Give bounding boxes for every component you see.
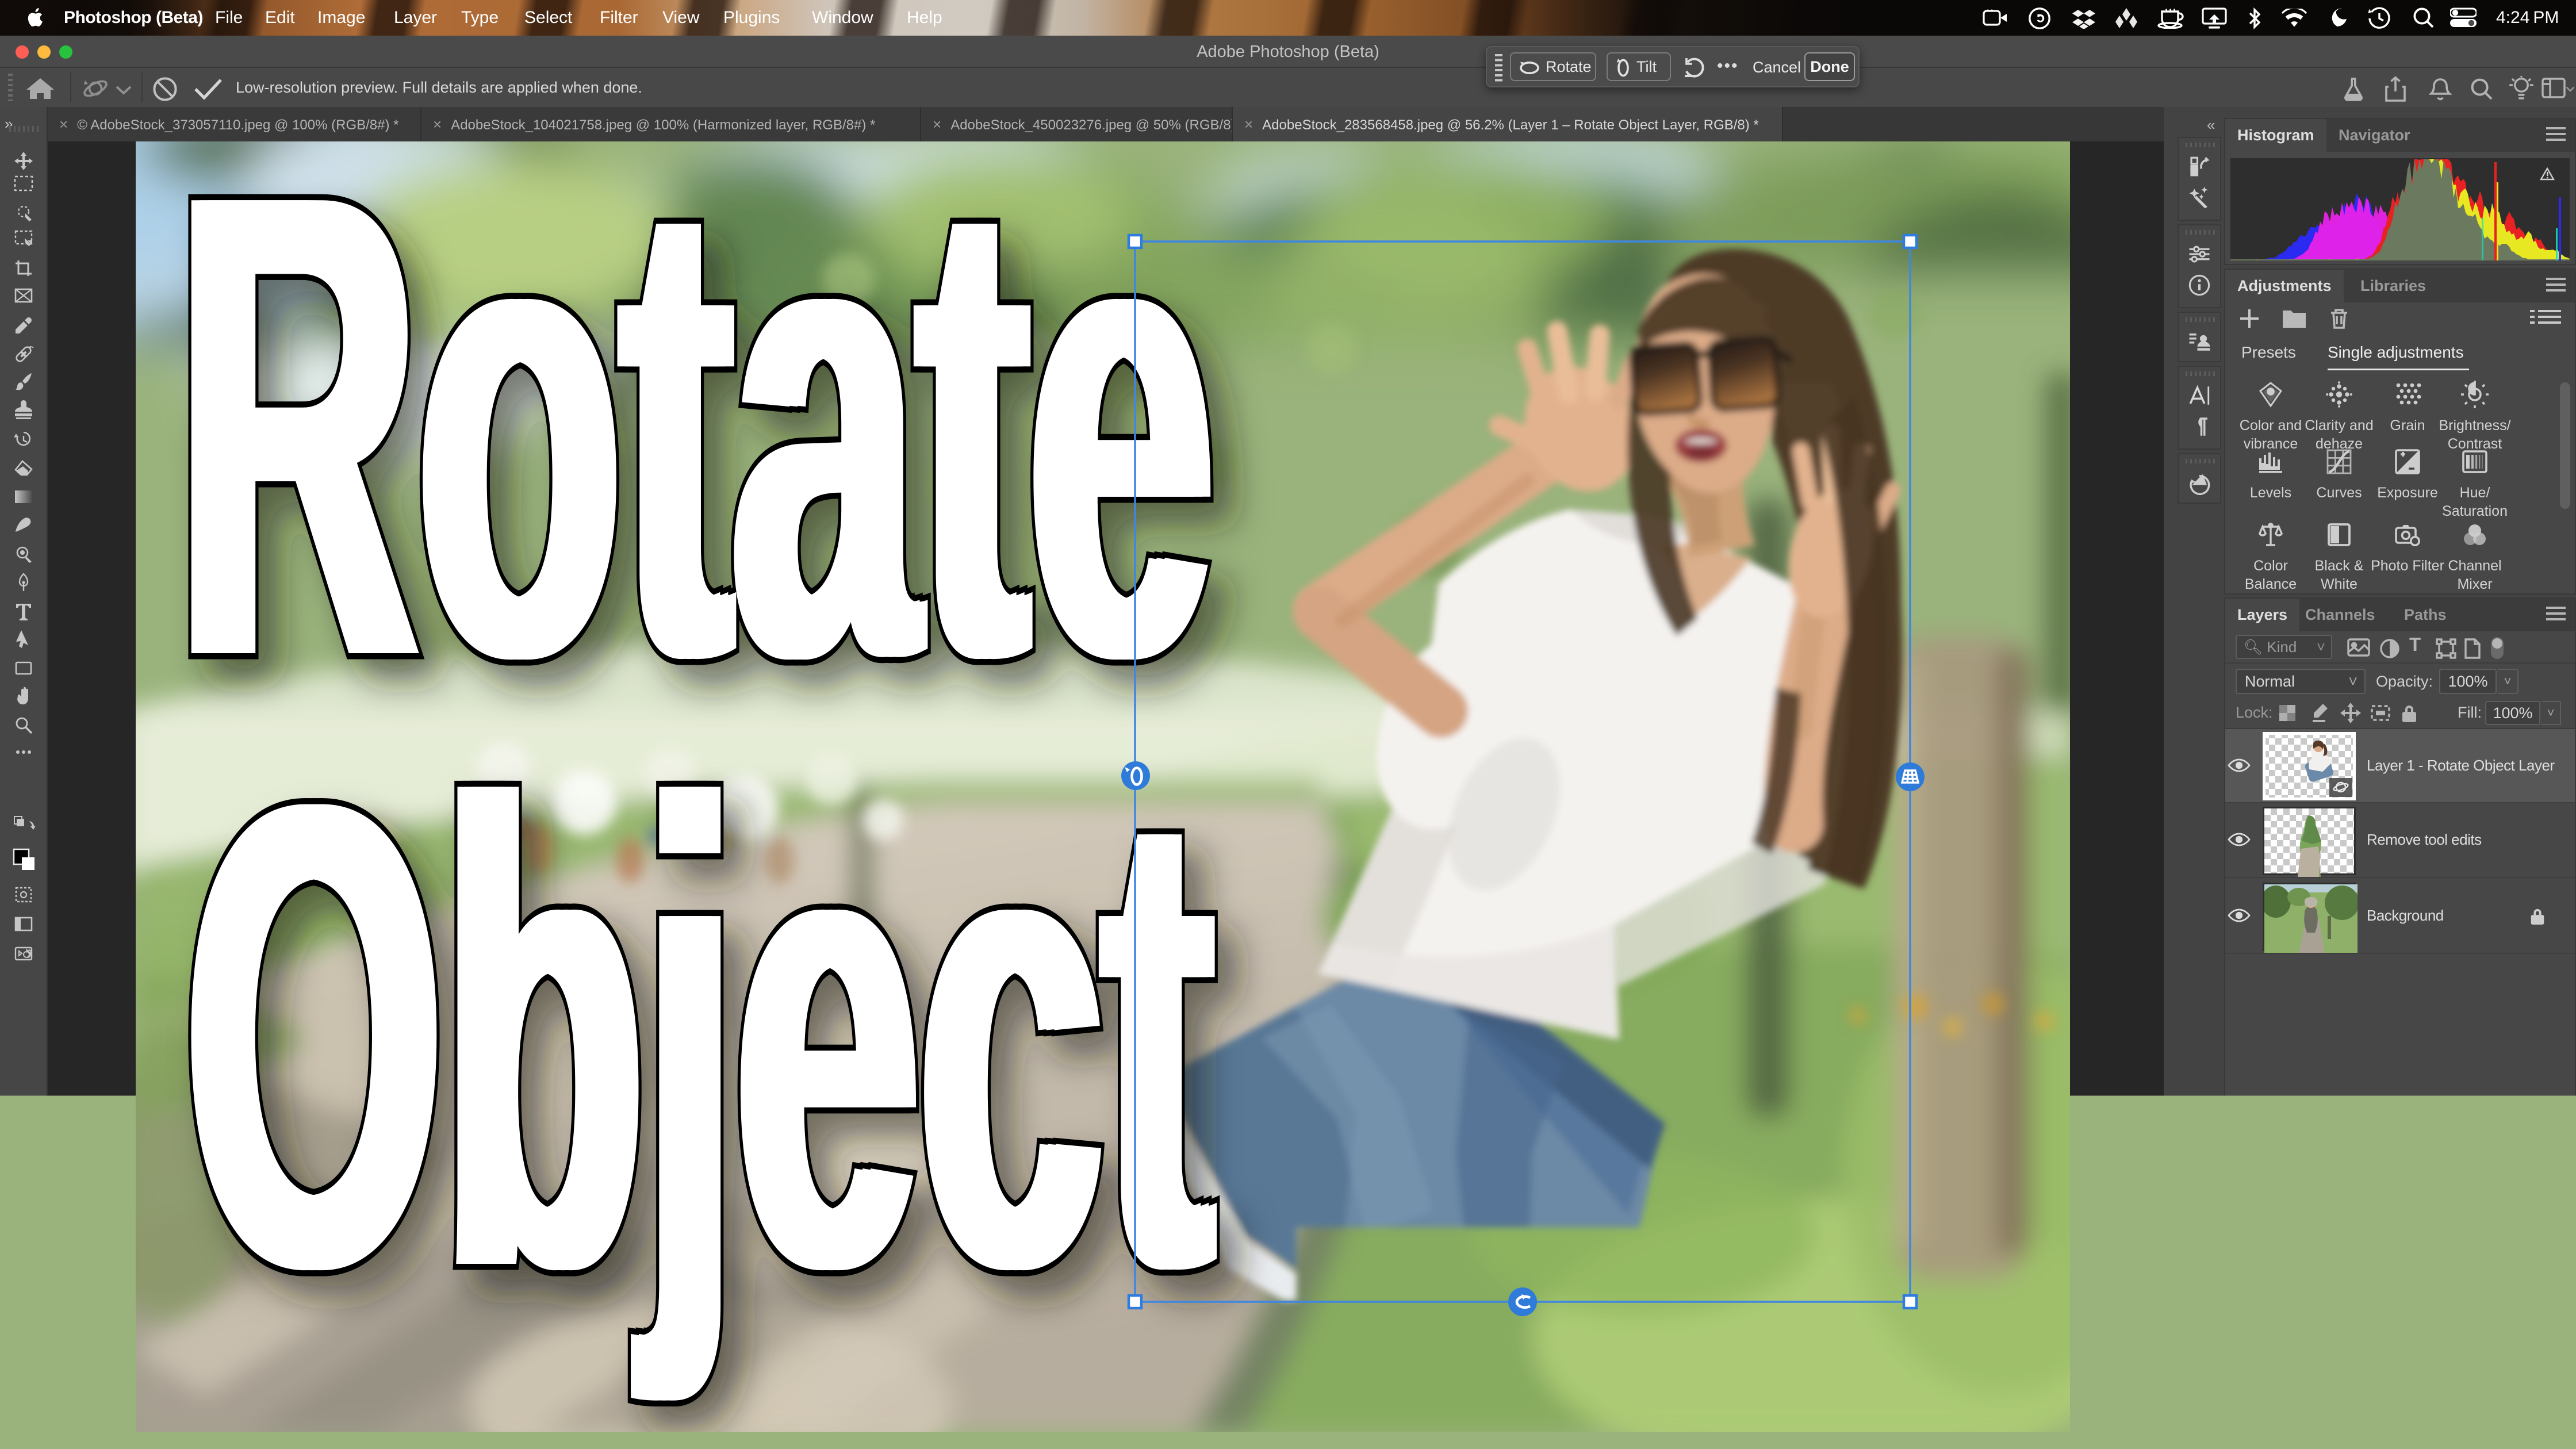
svg-text:Object: Object <box>194 668 1221 1408</box>
